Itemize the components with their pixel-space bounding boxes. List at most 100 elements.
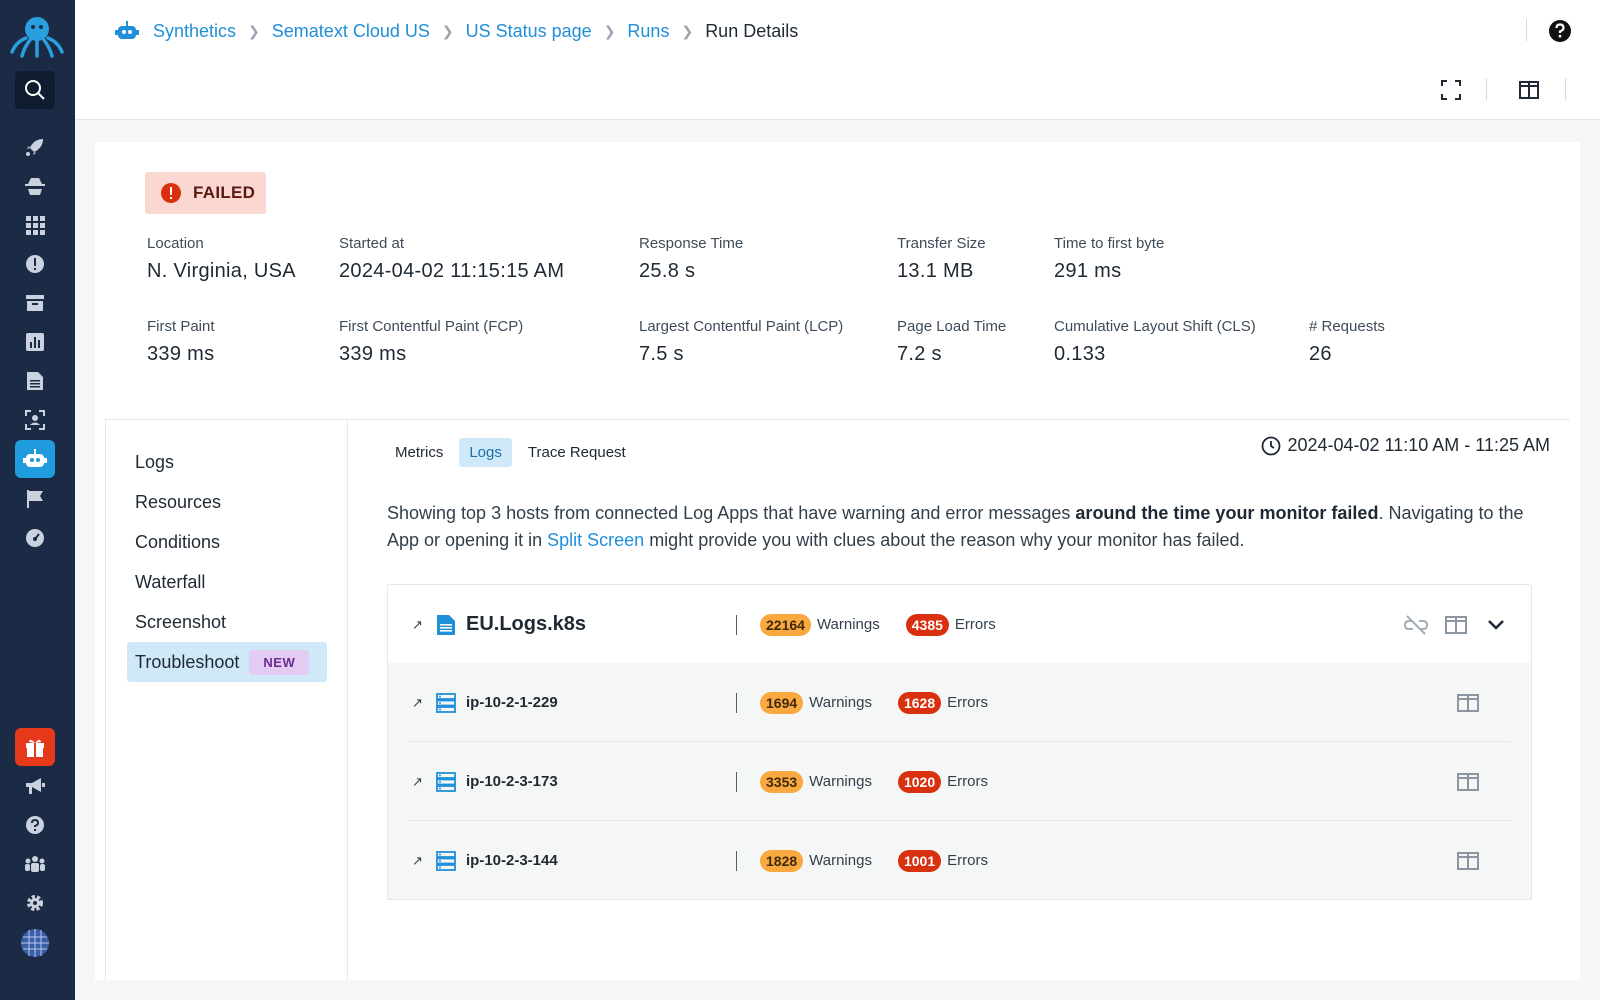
breadcrumb: Synthetics ❯ Sematext Cloud US ❯ US Stat… [115,18,798,44]
errors-count: 1001 [897,849,942,872]
rocket-icon[interactable] [15,128,55,166]
log-app-row[interactable]: ↗ EU.Logs.k8s 22164 Warnings 4385 Errors [387,584,1532,664]
breadcrumb-sematext-cloud-us[interactable]: Sematext Cloud US [272,21,430,42]
dashboard-gauge-icon[interactable] [15,519,55,557]
tab-trace-request[interactable]: Trace Request [518,438,636,467]
left-nav [0,0,75,1000]
host-row[interactable]: ↗ ip-10-2-1-229 1694 Warnings 1628 Errors [388,663,1531,742]
metric-label: Started at [339,235,405,252]
metric-value: N. Virginia, USA [147,260,296,282]
tab-metrics[interactable]: Metrics [385,438,453,467]
open-host-arrow-icon[interactable]: ↗ [412,853,423,869]
synthetics-robot-icon[interactable] [15,440,55,478]
app-name[interactable]: EU.Logs.k8s [466,613,586,636]
side-item-troubleshoot[interactable]: Troubleshoot NEW [127,642,327,682]
open-host-arrow-icon[interactable]: ↗ [412,774,423,790]
run-details-card: FAILED Location N. Virginia, USA Started… [95,142,1580,980]
apps-grid-icon[interactable] [15,206,55,244]
split-screen-icon[interactable] [1518,79,1540,101]
side-item-screenshot[interactable]: Screenshot [127,602,327,642]
split-screen-icon[interactable] [1457,772,1479,792]
split-screen-icon[interactable] [1445,615,1467,635]
divider [736,850,737,871]
hosts-list: ↗ ip-10-2-1-229 1694 Warnings 1628 Errors … [387,663,1532,900]
split-screen-icon[interactable] [1457,851,1479,871]
flag-icon[interactable] [15,480,55,518]
host-row[interactable]: ↗ ip-10-2-3-144 1828 Warnings 1001 Errors [388,821,1531,900]
breadcrumb-runs[interactable]: Runs [627,21,669,42]
side-item-label: Waterfall [135,571,206,592]
metric-label: Page Load Time [897,318,1007,335]
details-side-menu: Logs Resources Conditions Waterfall Scre… [127,442,327,682]
help-circle-icon[interactable] [15,806,55,844]
divider [1565,78,1566,100]
host-name[interactable]: ip-10-2-1-229 [466,694,558,711]
chevron-down-icon[interactable] [1487,619,1505,631]
host-name[interactable]: ip-10-2-3-173 [466,773,558,790]
chevron-right-icon: ❯ [681,22,694,39]
inbox-icon[interactable] [15,284,55,322]
warnings-label: Warnings [809,852,872,869]
errors-count: 4385 [905,613,949,636]
server-icon [436,850,456,871]
unlink-icon[interactable] [1403,614,1429,636]
host-row[interactable]: ↗ ip-10-2-3-173 3353 Warnings 1020 Errors [388,742,1531,821]
divider [347,420,348,980]
new-badge: NEW [249,649,310,675]
breadcrumb-us-status-page[interactable]: US Status page [466,21,592,42]
metric-label: Time to first byte [1054,235,1165,252]
spy-icon[interactable] [15,167,55,205]
document-icon[interactable] [15,362,55,400]
side-item-label: Troubleshoot [135,651,240,672]
row-actions [1457,851,1479,871]
metric-value: 291 ms [1054,260,1122,282]
logs-app-icon [437,614,455,635]
team-icon[interactable] [15,845,55,883]
breadcrumb-current: Run Details [705,20,799,41]
side-item-logs[interactable]: Logs [127,442,327,482]
divider [736,771,737,792]
split-screen-icon[interactable] [1457,693,1479,713]
metric-cls: Cumulative Layout Shift (CLS) 0.133 [1054,318,1256,366]
metric-value: 339 ms [147,343,215,365]
help-icon[interactable] [1548,19,1572,43]
settings-gear-icon[interactable] [15,884,55,922]
megaphone-icon[interactable] [15,767,55,805]
status-badge: FAILED [145,172,266,214]
app-counts: 22164 Warnings 4385 Errors [760,613,996,636]
description-text: might provide you with clues about the r… [644,530,1245,550]
fullscreen-icon[interactable] [1440,79,1462,101]
metric-location: Location N. Virginia, USA [147,235,296,283]
alert-icon[interactable] [15,245,55,283]
host-counts: 1828 Warnings 1001 Errors [760,849,988,872]
account-avatar[interactable] [15,924,55,962]
metric-value: 339 ms [339,343,407,365]
chevron-right-icon: ❯ [441,22,454,39]
metric-value: 26 [1309,343,1332,365]
metric-requests: # Requests 26 [1309,318,1385,366]
open-app-arrow-icon[interactable]: ↗ [412,617,423,633]
gift-icon[interactable] [15,728,55,766]
side-item-waterfall[interactable]: Waterfall [127,562,327,602]
side-item-label: Conditions [135,531,221,552]
chart-icon[interactable] [15,323,55,361]
description-text: Showing top 3 hosts from connected Log A… [387,503,1076,523]
metric-value: 7.5 s [639,343,684,365]
warnings-label: Warnings [809,773,872,790]
warnings-label: Warnings [816,616,880,633]
tab-logs[interactable]: Logs [459,438,512,467]
side-item-resources[interactable]: Resources [127,482,327,522]
metric-response-time: Response Time 25.8 s [639,235,743,283]
host-name[interactable]: ip-10-2-3-144 [466,852,558,869]
open-host-arrow-icon[interactable]: ↗ [412,695,423,711]
side-item-conditions[interactable]: Conditions [127,522,327,562]
metric-value: 25.8 s [639,260,696,282]
breadcrumb-synthetics[interactable]: Synthetics [153,21,236,42]
split-screen-link[interactable]: Split Screen [547,530,644,550]
time-range[interactable]: 2024-04-02 11:10 AM - 11:25 AM [1261,435,1550,456]
search-icon[interactable] [15,71,55,109]
octopus-logo-icon[interactable] [8,12,66,60]
metric-label: Largest Contentful Paint (LCP) [639,318,844,335]
user-scan-icon[interactable] [15,401,55,439]
metric-value: 13.1 MB [897,260,974,282]
